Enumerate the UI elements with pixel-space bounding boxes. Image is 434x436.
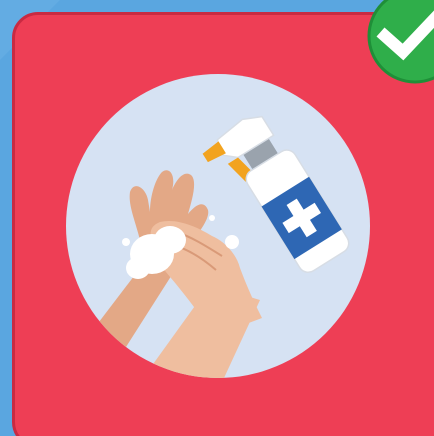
correct-check-badge [367, 0, 434, 84]
game-stage [0, 0, 434, 436]
